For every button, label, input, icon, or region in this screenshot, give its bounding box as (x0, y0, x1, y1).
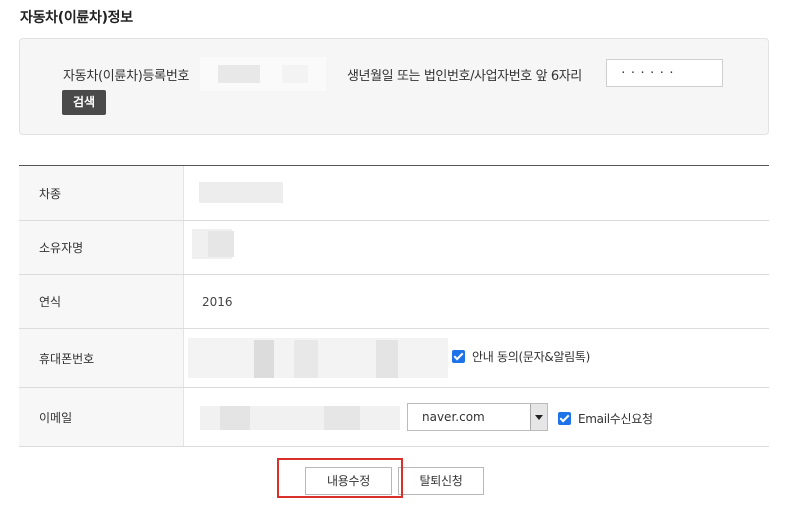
phone-number-masked (188, 338, 448, 378)
phone-cell: 안내 동의(문자&알림톡) (184, 329, 769, 387)
sms-consent-checkbox[interactable] (452, 350, 465, 363)
section-title: 자동차(이륜차)정보 (20, 10, 133, 26)
owner-name-label: 소유자명 (19, 221, 184, 274)
vehicle-type-value (184, 166, 769, 220)
registration-number-masked (200, 57, 326, 91)
birth-number-label: 생년월일 또는 법인번호/사업자번호 앞 6자리 (347, 69, 582, 84)
vehicle-search-panel: 자동차(이륜차)등록번호 생년월일 또는 법인번호/사업자번호 앞 6자리 ··… (19, 38, 769, 135)
email-label: 이메일 (19, 388, 184, 446)
table-row: 연식 2016 (19, 275, 769, 329)
email-consent-checkbox[interactable] (558, 412, 571, 425)
chevron-down-icon[interactable] (530, 404, 547, 430)
email-cell: naver.com Email수신요청 (184, 388, 769, 446)
phone-label: 휴대폰번호 (19, 329, 184, 387)
action-buttons: 내용수정 탈퇴신청 (0, 467, 796, 495)
withdraw-button[interactable]: 탈퇴신청 (398, 467, 484, 495)
email-consent-label: Email수신요청 (578, 412, 653, 426)
sms-consent-label: 안내 동의(문자&알림톡) (472, 350, 590, 364)
table-row: 소유자명 (19, 221, 769, 275)
vehicle-info-table: 차종 소유자명 연식 2016 휴대폰번호 안내 동의(문자&알림톡) 이메일 (19, 165, 769, 447)
edit-button[interactable]: 내용수정 (305, 467, 392, 495)
model-year-value: 2016 (202, 294, 233, 309)
birth-number-input[interactable]: ······ (606, 59, 723, 87)
table-row: 휴대폰번호 안내 동의(문자&알림톡) (19, 329, 769, 388)
vehicle-type-label: 차종 (19, 166, 184, 220)
model-year-label: 연식 (19, 275, 184, 328)
search-button[interactable]: 검색 (62, 90, 106, 115)
registration-number-label: 자동차(이륜차)등록번호 (63, 69, 190, 84)
table-row: 차종 (19, 166, 769, 221)
email-domain-value: naver.com (422, 410, 485, 424)
email-domain-select[interactable]: naver.com (407, 403, 548, 431)
table-row: 이메일 naver.com Email수신요청 (19, 388, 769, 447)
owner-name-value (184, 221, 769, 274)
